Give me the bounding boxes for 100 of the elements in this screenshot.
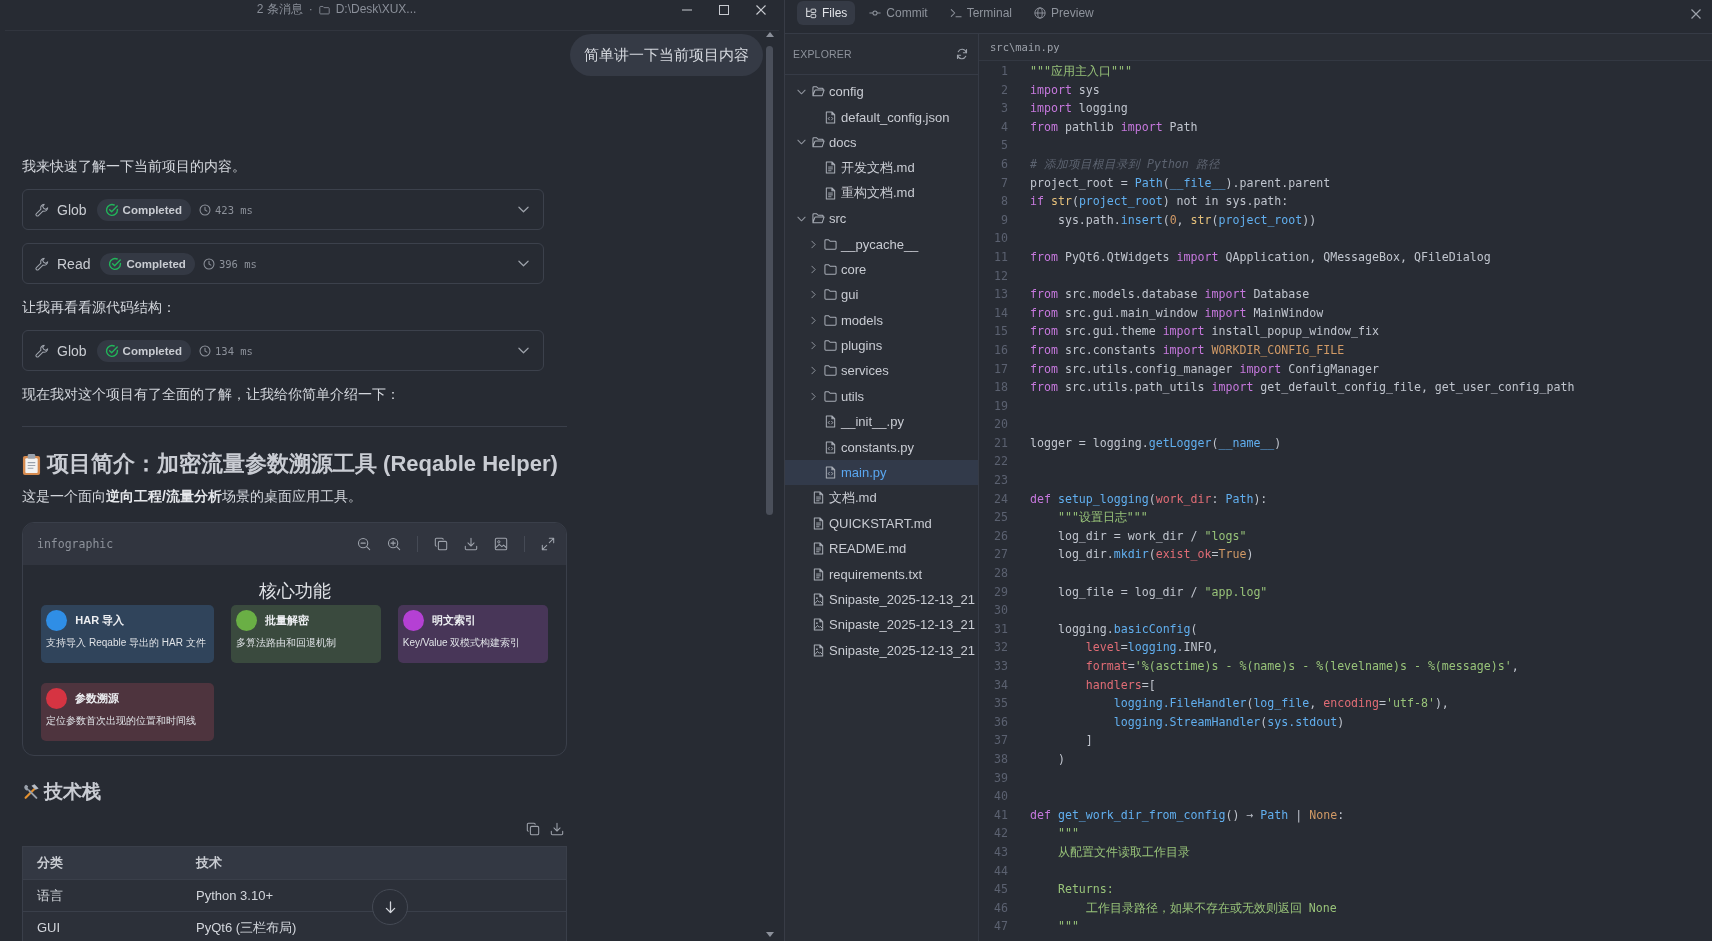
- download-icon[interactable]: [464, 537, 478, 551]
- code-line: if str(project_root) not in sys.path:: [1030, 194, 1289, 209]
- line-number: 31: [993, 620, 1008, 638]
- hammer-and-wrench-icon: [22, 783, 40, 801]
- copy-icon[interactable]: [434, 537, 448, 551]
- code-line: from src.gui.main_window import MainWindow: [1030, 305, 1324, 320]
- folder-icon: [824, 339, 837, 353]
- line-number: 40: [993, 788, 1008, 806]
- status-label: Completed: [122, 203, 182, 216]
- line-number: 36: [993, 713, 1008, 731]
- tree-item[interactable]: Snipaste_2025-12-13_21: [785, 586, 978, 613]
- panel-tab[interactable]: Preview: [1026, 1, 1102, 25]
- chevron-down-icon[interactable]: [796, 215, 806, 222]
- chevron-right-icon[interactable]: [810, 239, 816, 249]
- chevron-down-icon[interactable]: [518, 206, 529, 213]
- tree-item[interactable]: Snipaste_2025-12-13_21: [785, 637, 978, 663]
- tree-item[interactable]: __pycache__: [785, 231, 978, 257]
- tree-item[interactable]: core: [785, 256, 978, 283]
- tree-item[interactable]: Snipaste_2025-12-13_21: [785, 612, 978, 638]
- chevron-down-icon[interactable]: [796, 139, 806, 146]
- scroll-down-icon[interactable]: [766, 932, 774, 937]
- zoom-out-icon[interactable]: [357, 537, 371, 551]
- copy-icon[interactable]: [526, 822, 540, 836]
- folder-icon: [824, 389, 837, 403]
- chevron-right-icon[interactable]: [810, 290, 816, 300]
- tree-item[interactable]: plugins: [785, 332, 978, 359]
- code-line: """应用主入口""": [1030, 64, 1132, 78]
- tree-item[interactable]: src: [785, 205, 978, 232]
- line-number: 17: [993, 360, 1008, 378]
- code-line: from src.utils.config_manager import ConfigManager: [1030, 361, 1380, 376]
- tree-item[interactable]: 文档.md: [785, 485, 978, 511]
- chevron-down-icon[interactable]: [518, 260, 529, 267]
- check-circle-icon: [104, 343, 119, 358]
- tree-item[interactable]: docs: [785, 129, 978, 156]
- line-number: 18: [993, 379, 1008, 397]
- scroll-up-icon[interactable]: [766, 32, 774, 37]
- line-number: 47: [993, 918, 1008, 936]
- tree-item[interactable]: __init__.py: [785, 409, 978, 435]
- code-line: log_file = log_dir / "app.log": [1057, 584, 1268, 599]
- line-number: 12: [993, 267, 1008, 285]
- open-folder-icon: [812, 85, 825, 99]
- chevron-right-icon[interactable]: [810, 341, 816, 351]
- panel-tab[interactable]: Files: [797, 1, 856, 25]
- tree-item[interactable]: 开发文档.md: [785, 155, 978, 181]
- download-icon[interactable]: [550, 822, 564, 836]
- line-number: 29: [993, 583, 1008, 601]
- close-icon[interactable]: [755, 4, 766, 15]
- assistant-message: 现在我对这个项目有了全面的了解，让我给你简单介绍一下：: [22, 385, 401, 404]
- code-file-icon: [824, 440, 837, 454]
- tree-item[interactable]: QUICKSTART.md: [785, 510, 978, 537]
- code-line: log_dir.mkdir(exist_ok=True): [1057, 547, 1254, 562]
- chevron-down-icon[interactable]: [796, 88, 806, 95]
- panel-tab[interactable]: Terminal: [941, 1, 1021, 25]
- expand-icon[interactable]: [541, 537, 555, 551]
- tree-item[interactable]: 重构文档.md: [785, 180, 978, 206]
- chevron-right-icon[interactable]: [810, 315, 816, 325]
- tree-item[interactable]: utils: [785, 383, 978, 410]
- tool-call-card[interactable]: Read Completed 396 ms: [22, 243, 544, 284]
- tree-item[interactable]: default_config.json: [785, 104, 978, 130]
- code-line: ): [1057, 751, 1065, 766]
- chevron-down-icon[interactable]: [518, 347, 529, 354]
- chevron-right-icon[interactable]: [810, 366, 816, 376]
- tree-item[interactable]: constants.py: [785, 434, 978, 460]
- line-number: 4: [1000, 118, 1008, 136]
- line-number: 44: [993, 862, 1008, 880]
- tree-item[interactable]: config: [785, 79, 978, 105]
- line-number: 45: [993, 881, 1008, 899]
- tree-item[interactable]: README.md: [785, 536, 978, 562]
- line-number: 13: [993, 286, 1008, 304]
- section-heading: 技术栈: [44, 780, 101, 804]
- tree-item[interactable]: gui: [785, 282, 978, 308]
- code-line: sys.path.insert(0, str(project_root)): [1057, 212, 1317, 227]
- maximize-icon[interactable]: [718, 4, 729, 15]
- tool-call-card[interactable]: Glob Completed 134 ms: [22, 330, 544, 371]
- image-file-icon: [812, 618, 825, 632]
- open-folder-icon: [812, 212, 825, 226]
- close-icon[interactable]: [1691, 9, 1701, 19]
- infographic-title: 核心功能: [257, 580, 332, 603]
- tree-item[interactable]: requirements.txt: [785, 561, 978, 587]
- image-icon[interactable]: [494, 537, 508, 551]
- tree-item[interactable]: services: [785, 358, 978, 384]
- line-number: 6: [1000, 155, 1008, 173]
- code-line: """设置日志""": [1057, 510, 1148, 525]
- scrollbar-thumb[interactable]: [766, 46, 773, 515]
- chevron-right-icon[interactable]: [810, 391, 816, 401]
- tree-item[interactable]: main.py: [785, 459, 978, 486]
- line-number: 25: [993, 509, 1008, 527]
- duration: 396 ms: [218, 257, 257, 270]
- table-cell: PyQt6 (三栏布局): [182, 911, 567, 941]
- clock-icon: [199, 344, 211, 357]
- text-file-icon: [812, 516, 825, 530]
- refresh-icon[interactable]: [956, 48, 968, 60]
- line-number: 24: [993, 490, 1008, 508]
- zoom-in-icon[interactable]: [387, 537, 401, 551]
- chevron-right-icon[interactable]: [810, 264, 816, 274]
- globe-icon: [1034, 7, 1047, 19]
- assistant-message: 让我再看看源代码结构：: [22, 298, 177, 317]
- tool-call-card[interactable]: Glob Completed 423 ms: [22, 189, 544, 230]
- tree-item[interactable]: models: [785, 307, 978, 333]
- panel-tab[interactable]: Commit: [861, 1, 936, 25]
